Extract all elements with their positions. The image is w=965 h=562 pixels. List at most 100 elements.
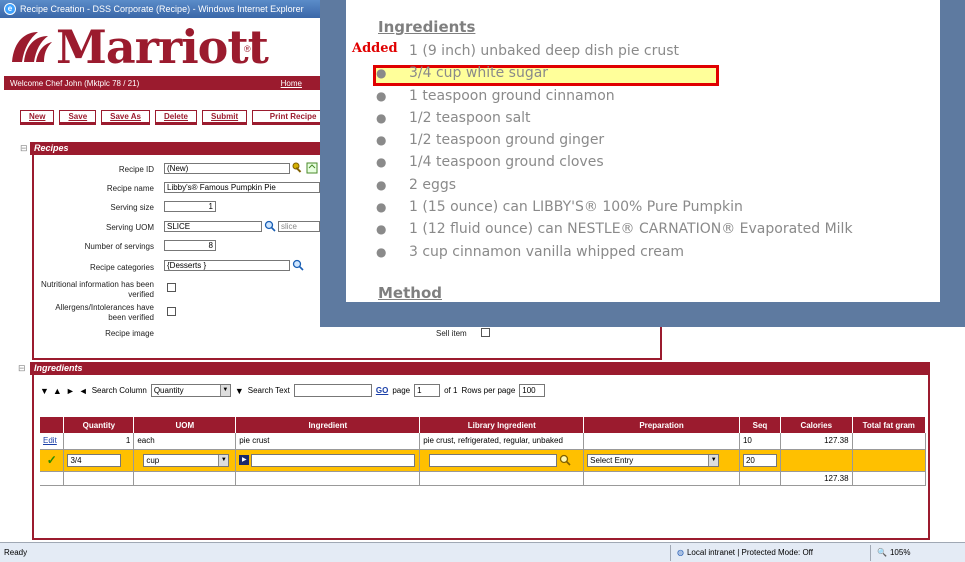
list-item: ● 1/4 teaspoon ground cloves — [346, 151, 940, 173]
save-as-button[interactable]: Save As — [101, 110, 150, 125]
ingredients-table: Quantity UOM Ingredient Library Ingredie… — [40, 417, 927, 486]
preparation-select[interactable]: Select Entry ▼ — [587, 453, 720, 467]
bullet-icon: ● — [376, 155, 387, 170]
recipe-name-label: Recipe name — [106, 184, 154, 193]
bullet-icon: ● — [376, 66, 387, 81]
save-button[interactable]: Save — [59, 110, 97, 125]
search-text-input[interactable] — [293, 384, 372, 397]
list-item: ● 1 (15 ounce) can LIBBY'S® 100% Pure Pum… — [346, 196, 940, 218]
window-titlebar: e Recipe Creation - DSS Corporate (Recip… — [0, 0, 330, 18]
serving-uom-description: slice — [278, 221, 320, 232]
allergens-verified-label-line2: been verified — [108, 313, 154, 322]
security-zone: ◍ Local intranet | Protected Mode: Off — [670, 544, 870, 561]
key-lookup-icon[interactable] — [292, 162, 304, 174]
column-header-total-fat[interactable]: Total fat gram — [852, 417, 927, 433]
status-ready-text: Ready — [4, 548, 28, 557]
column-header-ingredient[interactable]: Ingredient — [235, 417, 421, 433]
number-of-servings-field[interactable]: 8 — [164, 240, 216, 251]
first-page-icon[interactable]: ▼ — [40, 386, 49, 396]
next-page-icon[interactable]: ► — [66, 386, 75, 396]
browser-statusbar: Ready ◍ Local intranet | Protected Mode:… — [0, 542, 965, 562]
column-header-library-ingredient[interactable]: Library Ingredient — [419, 417, 585, 433]
recipe-image-label: Recipe image — [105, 329, 154, 338]
chevron-down-icon[interactable]: ▼ — [708, 454, 719, 466]
new-button[interactable]: New — [20, 110, 55, 125]
serving-size-label: Serving size — [110, 203, 154, 212]
calories-cell: 127.38 — [780, 433, 853, 450]
list-item: 1 (9 inch) unbaked deep dish pie crust — [409, 43, 679, 59]
search-icon[interactable] — [559, 454, 571, 466]
list-item: ● 1/2 teaspoon ground ginger — [346, 129, 940, 151]
page-label: page — [392, 386, 411, 395]
ingredient-picker-icon[interactable]: ▶ — [239, 455, 250, 465]
table-total-row: 127.38 — [40, 471, 927, 486]
list-item: ● 1/2 teaspoon salt — [346, 107, 940, 129]
column-header-action — [40, 417, 65, 433]
search-column-select[interactable]: Quantity ▼ — [150, 384, 231, 397]
uom-select[interactable]: cup ▼ — [143, 453, 230, 467]
library-ingredient-input[interactable] — [429, 453, 558, 467]
home-link[interactable]: Home — [281, 79, 302, 88]
overlay-method-title: Method — [378, 284, 442, 302]
recipe-categories-field[interactable]: {Desserts } — [164, 260, 290, 271]
chevron-down-icon[interactable]: ▼ — [219, 385, 230, 396]
rows-per-page-label: Rows per page — [461, 386, 516, 395]
delete-button[interactable]: Delete — [154, 110, 197, 125]
internet-explorer-icon: e — [4, 3, 16, 15]
welcome-bar: Welcome Chef John (Mktplc 78 / 21) Home — [4, 76, 320, 90]
submit-button[interactable]: Submit — [202, 110, 248, 125]
added-annotation: Added — [352, 41, 398, 56]
sell-item-label: Sell item — [436, 329, 467, 338]
sort-down-icon[interactable]: ▼ — [235, 386, 244, 396]
column-header-seq[interactable]: Seq — [739, 417, 781, 433]
recipe-name-field[interactable]: Libby's® Famous Pumpkin Pie — [164, 182, 320, 193]
column-header-quantity[interactable]: Quantity — [63, 417, 135, 433]
go-button[interactable]: GO — [376, 386, 388, 395]
confirm-check-icon[interactable]: ✓ — [47, 453, 57, 467]
bullet-icon: ● — [376, 244, 387, 259]
collapse-ingredients-icon[interactable]: ⊟ — [18, 363, 26, 374]
zoom-control[interactable]: 🔍 105% — [870, 544, 916, 561]
recipes-section-header[interactable]: Recipes — [30, 142, 330, 155]
search-icon[interactable] — [264, 220, 276, 232]
list-item: ● 2 eggs — [346, 174, 940, 196]
bullet-icon: ● — [376, 110, 387, 125]
seq-input[interactable]: 20 — [742, 453, 777, 467]
search-icon[interactable] — [292, 259, 304, 271]
serving-size-field[interactable]: 1 — [164, 201, 216, 212]
quantity-input[interactable]: 3/4 — [67, 453, 122, 467]
allergens-verified-checkbox[interactable] — [167, 307, 176, 316]
refresh-icon[interactable] — [306, 162, 318, 174]
zoom-level: 105% — [889, 548, 911, 557]
welcome-text: Welcome Chef John (Mktplc 78 / 21) — [10, 78, 140, 88]
page-count-label: of 1 — [444, 386, 458, 395]
nutrition-verified-checkbox[interactable] — [167, 283, 176, 292]
ingredient-input[interactable] — [251, 453, 416, 467]
previous-page-icon[interactable]: ▲ — [53, 386, 62, 396]
total-calories-cell: 127.38 — [780, 471, 853, 486]
serving-uom-field[interactable]: SLICE — [164, 221, 262, 232]
page-input[interactable]: 1 — [414, 384, 441, 397]
edit-row-link[interactable]: Edit — [43, 436, 57, 445]
recipe-id-field[interactable]: (New) — [164, 163, 290, 174]
brand-header: Marriott ® — [0, 18, 330, 76]
ingredients-grid-toolbar: ▼ ▲ ► ◄ Search Column Quantity ▼ ▼ Searc… — [40, 384, 546, 397]
collapse-recipes-icon[interactable]: ⊟ — [20, 143, 28, 154]
column-header-uom[interactable]: UOM — [133, 417, 237, 433]
seq-cell: 10 — [739, 433, 781, 450]
rows-per-page-input[interactable]: 100 — [519, 384, 546, 397]
overlay-ingredients-title: Ingredients — [378, 18, 476, 36]
chevron-down-icon[interactable]: ▼ — [218, 454, 229, 466]
column-header-calories[interactable]: Calories — [780, 417, 853, 433]
last-page-icon[interactable]: ◄ — [79, 386, 88, 396]
list-item-highlighted: ● 3/4 cup white sugar — [346, 62, 940, 87]
nutrition-verified-label-line2: verified — [128, 290, 154, 299]
bullet-icon: ● — [376, 222, 387, 237]
table-header-row: Quantity UOM Ingredient Library Ingredie… — [40, 417, 927, 433]
globe-icon: ◍ — [677, 548, 684, 557]
registered-mark: ® — [244, 44, 251, 54]
column-header-preparation[interactable]: Preparation — [583, 417, 740, 433]
sell-item-checkbox[interactable] — [481, 328, 490, 337]
preparation-cell — [583, 433, 740, 450]
uom-select-value: cup — [146, 455, 160, 465]
